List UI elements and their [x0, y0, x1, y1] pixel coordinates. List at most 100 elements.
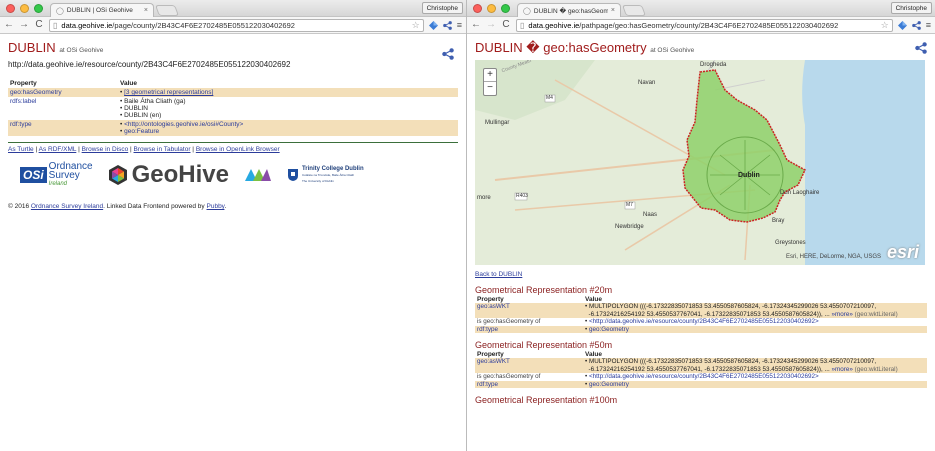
zoom-in-button[interactable]: +	[484, 69, 496, 82]
table-header: Property Value	[475, 351, 927, 358]
col-value: Value	[120, 80, 137, 87]
rdfxml-link[interactable]: As RDF/XML	[39, 146, 77, 153]
property-link[interactable]: geo:asWKT	[477, 303, 510, 310]
resource-uri: http://data.geohive.ie/resource/county/2…	[8, 60, 291, 69]
table-row: is geo:hasGeometry of • <http://data.geo…	[477, 318, 819, 325]
share-extension-icon[interactable]	[911, 20, 921, 30]
value-link[interactable]: <http://data.geohive.ie/resource/county/…	[589, 318, 819, 325]
value-link[interactable]: <http://ontologies.geohive.ie/osi#County…	[124, 121, 243, 128]
maximize-window-button[interactable]	[34, 4, 43, 13]
maximize-window-button[interactable]	[501, 4, 510, 13]
divider	[8, 142, 458, 143]
menu-icon[interactable]: ≡	[926, 20, 931, 30]
tcd-logo[interactable]: Trinity College Dublin Coláiste na Tríon…	[287, 166, 364, 184]
new-tab-button[interactable]	[154, 5, 180, 16]
openlink-link[interactable]: Browse in OpenLink Browser	[196, 146, 280, 153]
tabulator-link[interactable]: Browse in Tabulator	[134, 146, 191, 153]
forward-arrow-icon[interactable]: →	[486, 20, 496, 30]
wkt-value: MULTIPOLYGON (((-6.17322835071853 53.455…	[588, 303, 877, 310]
extension-diamond-icon[interactable]	[897, 20, 907, 30]
tcd-crest-icon	[287, 169, 298, 181]
value-link[interactable]: <http://data.geohive.ie/resource/county/…	[589, 373, 819, 380]
tab-title: DUBLIN | OSi Geohive	[66, 7, 133, 14]
format-links: As Turtle | As RDF/XML | Browse in Disco…	[8, 146, 280, 153]
reload-icon[interactable]: C	[501, 20, 511, 30]
new-tab-button[interactable]	[621, 5, 647, 16]
partner-logo-icon[interactable]	[243, 165, 273, 185]
menu-icon[interactable]: ≡	[457, 20, 462, 30]
address-bar[interactable]: ▯ data.geohive.ie/pathpage/geo:hasGeomet…	[516, 18, 893, 32]
map-label: Naas	[643, 212, 658, 218]
list-item: DUBLIN	[120, 105, 456, 112]
list-item: Baile Átha Cliath (ga)	[120, 98, 456, 105]
browser-tab[interactable]: ◯ DUBLIN | OSi Geohive ×	[50, 3, 154, 17]
pubby-link[interactable]: Pubby	[207, 203, 225, 210]
osi-logo[interactable]: OSi Ordnance Survey Ireland	[20, 161, 93, 189]
property-link[interactable]: geo:asWKT	[477, 358, 510, 365]
property-link[interactable]: geo:hasGeometry	[10, 89, 62, 96]
map-view[interactable]: + − Drogheda Navan Mullingar Naas Dublin…	[475, 60, 925, 265]
bookmark-star-icon[interactable]: ☆	[412, 20, 420, 31]
back-arrow-icon[interactable]: ←	[4, 20, 14, 30]
minimize-window-button[interactable]	[20, 4, 29, 13]
value-link[interactable]: geo:Feature	[124, 128, 159, 135]
close-window-button[interactable]	[473, 4, 482, 13]
property-link[interactable]: rdf:type	[477, 381, 498, 388]
browser-toolbar: ← → C ▯ data.geohive.ie/pathpage/geo:has…	[467, 17, 935, 34]
back-arrow-icon[interactable]: ←	[471, 20, 481, 30]
more-link[interactable]: »more»	[832, 366, 853, 373]
share-icon[interactable]	[442, 48, 454, 60]
tab-close-icon[interactable]: ×	[611, 7, 615, 14]
table-row: rdf:type <http://ontologies.geohive.ie/o…	[8, 120, 458, 136]
extension-diamond-icon[interactable]	[428, 20, 438, 30]
bookmark-star-icon[interactable]: ☆	[881, 20, 889, 31]
property-label: is geo:hasGeometry of	[477, 373, 541, 380]
wkt-value: MULTIPOLYGON (((-6.17322835071853 53.455…	[588, 358, 877, 365]
property-label: is geo:hasGeometry of	[477, 318, 541, 325]
forward-arrow-icon[interactable]: →	[19, 20, 29, 30]
address-bar[interactable]: ▯ data.geohive.ie/page/county/2B43C4F6E2…	[49, 18, 424, 32]
zoom-out-button[interactable]: −	[484, 82, 496, 95]
profile-button[interactable]: Christophe	[890, 2, 932, 14]
disco-link[interactable]: Browse in Disco	[82, 146, 129, 153]
property-link[interactable]: rdfs:label	[10, 98, 36, 105]
esri-logo[interactable]: esri	[887, 242, 919, 263]
zoom-control: + −	[483, 68, 497, 96]
property-link[interactable]: rdf:type	[10, 121, 32, 128]
table-row: geo:asWKT • MULTIPOLYGON (((-6.173228350…	[475, 358, 927, 373]
property-link[interactable]: rdf:type	[477, 326, 498, 333]
back-link[interactable]: Back to DUBLIN	[475, 271, 522, 278]
table-header: Property Value	[8, 79, 458, 88]
value-link[interactable]: geo:Geometry	[589, 381, 629, 388]
more-link[interactable]: »more»	[832, 311, 853, 318]
minimize-window-button[interactable]	[487, 4, 496, 13]
profile-button[interactable]: Christophe	[421, 2, 463, 14]
geohive-hexagon-icon	[108, 165, 127, 185]
browser-tab[interactable]: ◯ DUBLIN � geo:hasGeometr ×	[517, 3, 621, 17]
section-title: Geometrical Representation #100m	[475, 395, 618, 405]
section-title: Geometrical Representation #20m	[475, 285, 613, 295]
geometry-section-50m: Geometrical Representation #50m Property…	[467, 340, 935, 388]
road-label: R403	[516, 193, 528, 199]
tab-close-icon[interactable]: ×	[144, 7, 148, 14]
value-link[interactable]: [3 geometrical representations]	[124, 89, 213, 96]
value-link[interactable]: geo:Geometry	[589, 326, 629, 333]
page-title: DUBLIN at OSi Geohive	[8, 40, 104, 55]
table-row: geo:asWKT • MULTIPOLYGON (((-6.173228350…	[475, 303, 927, 318]
titlebar: ◯ DUBLIN � geo:hasGeometr × Christophe	[467, 0, 935, 17]
geometry-section-100m: Geometrical Representation #100m	[467, 395, 935, 405]
table-row: is geo:hasGeometry of • <http://data.geo…	[477, 373, 819, 380]
url-text: data.geohive.ie/pathpage/geo:hasGeometry…	[528, 20, 839, 30]
osi-footer-link[interactable]: Ordnance Survey Ireland	[31, 203, 103, 210]
geohive-logo[interactable]: GeoHive	[107, 161, 229, 189]
turtle-link[interactable]: As Turtle	[8, 146, 34, 153]
tab-title: DUBLIN � geo:hasGeometr	[533, 7, 608, 15]
share-extension-icon[interactable]	[442, 20, 452, 30]
map-label: Greystones	[775, 240, 806, 246]
share-icon[interactable]	[915, 42, 927, 54]
page-title: DUBLIN � geo:hasGeometry at OSi Geohive	[467, 34, 935, 56]
geometry-section-20m: Geometrical Representation #20m Property…	[467, 285, 935, 333]
close-window-button[interactable]	[6, 4, 15, 13]
reload-icon[interactable]: C	[34, 20, 44, 30]
map-canvas	[475, 60, 925, 265]
